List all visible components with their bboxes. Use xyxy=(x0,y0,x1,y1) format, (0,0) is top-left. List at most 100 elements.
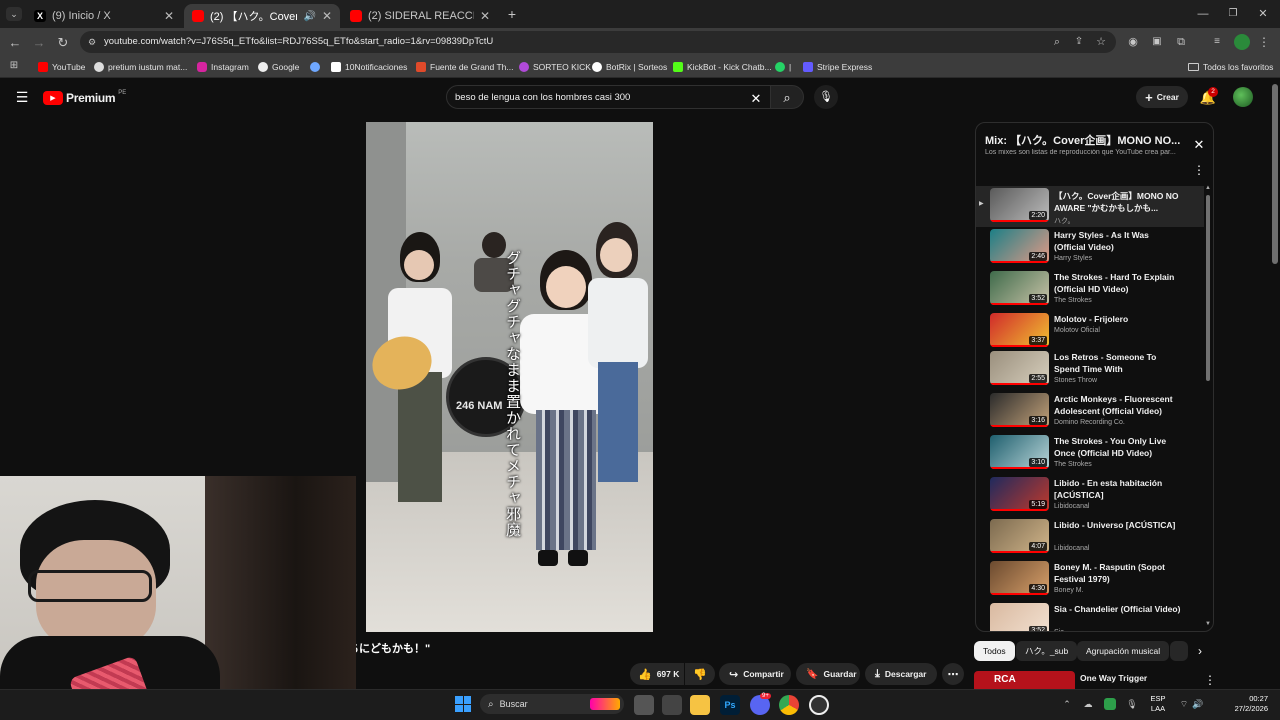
playlist-item[interactable]: 2:55 Los Retros - Someone To Spend Time W… xyxy=(976,351,1204,393)
bookmark-star-icon[interactable]: ☆ xyxy=(1094,35,1108,49)
video-thumbnail[interactable]: 3:16 xyxy=(990,393,1049,427)
tab-current-video[interactable]: (2) 【ハク。Cover企画】MONO 🔊 ✕ xyxy=(184,4,340,28)
share-button[interactable]: ↪ Compartir xyxy=(719,663,791,685)
video-thumbnail[interactable]: 3:52 xyxy=(990,603,1049,631)
bookmark-kickbot[interactable]: KickBot - Kick Chatb... xyxy=(673,59,772,75)
next-video-menu-icon[interactable]: ⋮ xyxy=(1204,673,1216,687)
new-tab-icon[interactable]: + xyxy=(504,6,520,22)
file-explorer-icon[interactable] xyxy=(690,695,710,715)
more-actions-button[interactable]: ⋯ xyxy=(942,663,964,685)
clock[interactable]: 00:27 27/2/2026 xyxy=(1222,694,1268,714)
bookmark-google[interactable]: Google xyxy=(258,59,299,75)
account-avatar[interactable] xyxy=(1233,87,1253,107)
bookmark-pretium[interactable]: pretium iustum mat... xyxy=(94,59,187,75)
page-scrollbar[interactable] xyxy=(1272,84,1278,264)
windows-start-icon[interactable] xyxy=(455,696,471,712)
task-view-icon[interactable] xyxy=(634,695,654,715)
tray-app-2-icon[interactable] xyxy=(1104,698,1116,710)
video-thumbnail[interactable]: 2:55 xyxy=(990,351,1049,385)
taskbar-search-box[interactable]: ⌕ Buscar xyxy=(480,694,624,714)
video-player[interactable]: 246 NAM グチャグチャなまま置かれてメチャ邪魔 xyxy=(366,122,653,632)
create-button[interactable]: + Crear xyxy=(1136,86,1188,108)
reload-icon[interactable]: ↻ xyxy=(56,35,70,49)
playlist-item[interactable]: 5:19 Libido - En esta habitación [ACÚSTIC… xyxy=(976,477,1204,519)
minimize-icon[interactable]: — xyxy=(1196,7,1210,21)
photoshop-icon[interactable]: Ps xyxy=(720,695,740,715)
scrollbar-thumb[interactable] xyxy=(1206,195,1210,381)
speaker-icon[interactable]: 🔊 xyxy=(303,11,315,22)
extensions-puzzle-icon[interactable]: ⧉ xyxy=(1174,35,1188,49)
tab-search-chevron-icon[interactable]: ⌄ xyxy=(6,7,22,21)
bookmark-botrix[interactable]: BotRix | Sorteos xyxy=(592,59,667,75)
youtube-logo[interactable]: ▶ Premium PE xyxy=(43,90,126,106)
scroll-down-icon[interactable]: ▼ xyxy=(1205,621,1211,627)
hamburger-menu-icon[interactable]: ☰ xyxy=(14,90,30,104)
address-bar[interactable]: ⚙ youtube.com/watch?v=J76S5q_ETfo&list=R… xyxy=(80,31,1116,53)
playlist-item[interactable]: 3:37 Molotov - Frijolero Molotov Oficial xyxy=(976,313,1204,355)
bookmark-youtube[interactable]: YouTube xyxy=(38,59,85,75)
playlist-item[interactable]: 2:46 Harry Styles - As It Was (Official V… xyxy=(976,229,1204,271)
playlist-title[interactable]: Mix: 【ハク。Cover企画】MONO NO... xyxy=(985,132,1185,148)
tab-x-home[interactable]: X (9) Inicio / X ✕ xyxy=(26,4,182,28)
bookmark-instagram[interactable]: Instagram xyxy=(197,59,249,75)
video-thumbnail[interactable]: 3:10 xyxy=(990,435,1049,469)
next-video-title[interactable]: One Way Trigger xyxy=(1080,673,1147,683)
voice-search-icon[interactable]: 🎙 xyxy=(814,85,838,109)
search-input[interactable]: beso de lengua con los hombres casi 300 … xyxy=(446,85,772,109)
back-icon[interactable]: ← xyxy=(8,35,22,49)
close-tab-icon[interactable]: ✕ xyxy=(164,9,174,23)
bookmark-pinwheel[interactable] xyxy=(310,59,320,75)
site-info-icon[interactable]: ⚙ xyxy=(86,36,98,48)
playlist-scroll[interactable]: ▲ ▼ xyxy=(1204,185,1212,629)
save-button[interactable]: 🔖 Guardar xyxy=(796,663,860,685)
bookmark-whatsapp[interactable]: | xyxy=(775,59,791,75)
microphone-icon[interactable]: 🎙 xyxy=(1126,698,1138,710)
video-thumbnail[interactable]: 2:20 xyxy=(990,188,1049,222)
media-control-icon[interactable]: ≡ xyxy=(1210,35,1224,49)
clear-search-icon[interactable]: ✕ xyxy=(749,91,763,105)
chip-music-group[interactable]: Agrupación musical xyxy=(1077,641,1170,661)
close-playlist-icon[interactable]: ✕ xyxy=(1192,137,1206,151)
close-tab-icon[interactable]: ✕ xyxy=(322,9,332,23)
video-thumbnail[interactable]: 4:07 xyxy=(990,519,1049,553)
app-icon[interactable] xyxy=(662,695,682,715)
tray-app-icon[interactable]: ☁ xyxy=(1082,698,1094,710)
playlist-item[interactable]: 4:07 Libido - Universo [ACÚSTICA] Libidoca… xyxy=(976,519,1204,561)
all-bookmarks-folder[interactable]: Todos los favoritos xyxy=(1188,59,1273,75)
wifi-icon[interactable]: ⌔ xyxy=(1178,698,1190,710)
playlist-menu-icon[interactable]: ⋮ xyxy=(1193,163,1205,177)
video-thumbnail[interactable]: 3:52 xyxy=(990,271,1049,305)
bookmark-stripe[interactable]: Stripe Express xyxy=(803,59,872,75)
playlist-item[interactable]: 3:52 Sia - Chandelier (Official Video) Sia xyxy=(976,603,1204,631)
bookmark-gta-source[interactable]: Fuente de Grand Th... xyxy=(416,59,513,75)
restore-icon[interactable]: ❐ xyxy=(1226,7,1240,21)
playlist-item[interactable]: 3:52 The Strokes - Hard To Explain (Offic… xyxy=(976,271,1204,313)
forward-icon[interactable]: → xyxy=(32,35,46,49)
apps-grid-icon[interactable]: ⊞ xyxy=(8,60,20,72)
close-tab-icon[interactable]: ✕ xyxy=(480,9,490,23)
playlist-item[interactable]: 4:30 Boney M. - Rasputin (Sopot Festival … xyxy=(976,561,1204,603)
chrome-icon[interactable] xyxy=(779,695,799,715)
chip-all[interactable]: Todos xyxy=(974,641,1015,661)
close-window-icon[interactable]: ✕ xyxy=(1256,7,1270,21)
extension-2-icon[interactable]: ▣ xyxy=(1150,35,1164,49)
video-thumbnail[interactable]: 3:37 xyxy=(990,313,1049,347)
like-button[interactable]: 👍 697 K xyxy=(630,663,684,685)
profile-avatar[interactable] xyxy=(1234,34,1250,50)
video-thumbnail[interactable]: 2:46 xyxy=(990,229,1049,263)
scroll-up-icon[interactable]: ▲ xyxy=(1205,185,1211,191)
install-app-icon[interactable]: ⇪ xyxy=(1072,35,1086,49)
playlist-item[interactable]: 3:10 The Strokes - You Only Live Once (Of… xyxy=(976,435,1204,477)
download-button[interactable]: ⤓ Descargar xyxy=(865,663,937,685)
volume-icon[interactable]: 🔊 xyxy=(1192,698,1204,710)
playlist-item[interactable]: ▶ 2:20 【ハク。Cover企画】MONO NO AWARE "かむかもしかも.… xyxy=(976,186,1204,227)
video-thumbnail[interactable]: 4:30 xyxy=(990,561,1049,595)
language-indicator[interactable]: ESP LAA xyxy=(1148,694,1168,714)
zoom-icon[interactable]: ⌕ xyxy=(1050,35,1064,49)
dislike-button[interactable]: 👎 xyxy=(685,663,715,685)
bookmark-sorteo-kick[interactable]: SORTEO KICK xyxy=(519,59,591,75)
search-button[interactable]: ⌕ xyxy=(770,85,804,109)
bookmark-notifications[interactable]: 10Notificaciones xyxy=(331,59,407,75)
chip-channel-sub[interactable]: ハク。_sub xyxy=(1016,641,1078,661)
tray-chevron-icon[interactable]: ⌃ xyxy=(1062,698,1072,710)
